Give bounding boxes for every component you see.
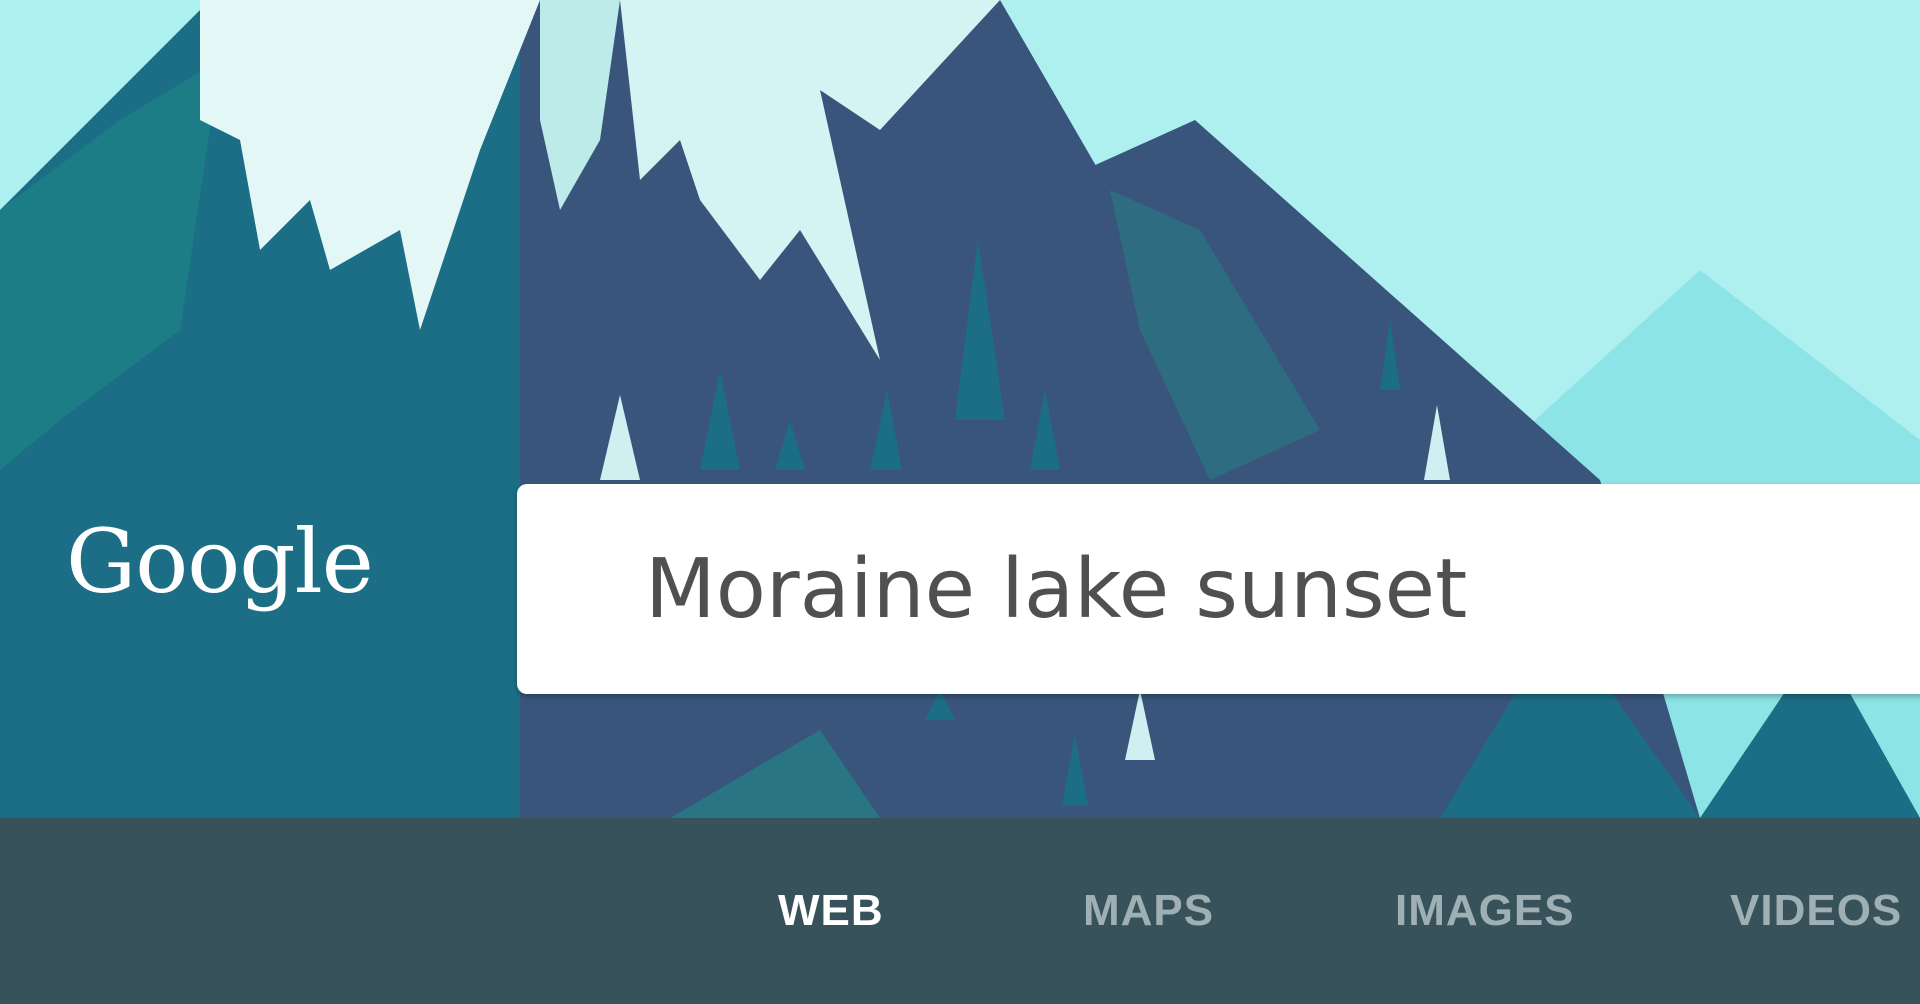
- mountain-header-illustration: [0, 0, 1920, 818]
- search-tabs-bar: WEB MAPS IMAGES VIDEOS: [0, 818, 1920, 1004]
- tab-maps[interactable]: MAPS: [1083, 886, 1214, 936]
- google-logo[interactable]: Google: [66, 518, 374, 606]
- tab-videos[interactable]: VIDEOS: [1730, 886, 1902, 936]
- mountain-scene: [0, 0, 1920, 818]
- tab-images[interactable]: IMAGES: [1395, 886, 1575, 936]
- search-box[interactable]: [517, 484, 1920, 694]
- search-page: Google WEB MAPS IMAGES VIDEOS: [0, 0, 1920, 1004]
- tab-web[interactable]: WEB: [778, 886, 884, 936]
- search-input[interactable]: [645, 524, 1845, 654]
